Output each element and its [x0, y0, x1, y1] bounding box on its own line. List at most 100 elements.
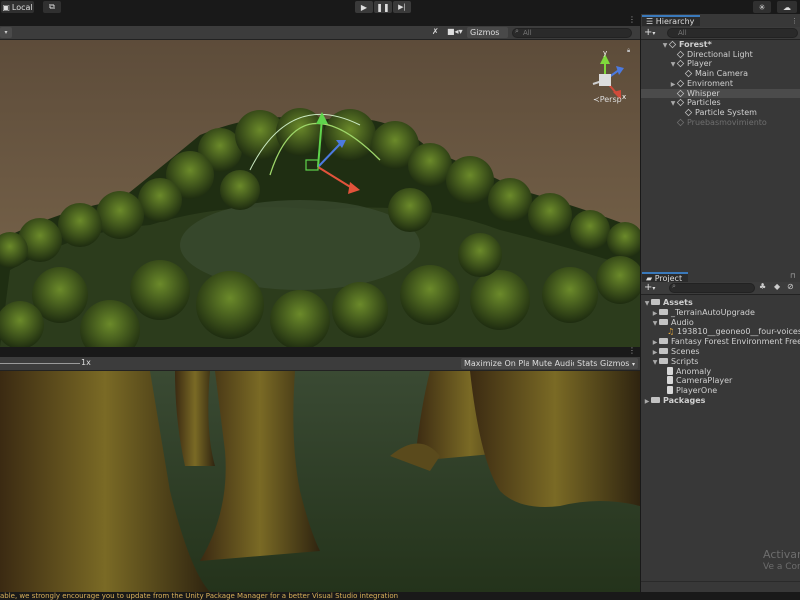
filter-label-icon[interactable]: ◆	[774, 282, 780, 291]
more-options-icon[interactable]: ⋮	[628, 15, 636, 24]
hierarchy-item-enviroment[interactable]: ▶ Enviroment	[641, 79, 800, 89]
collapse-arrow-icon[interactable]: ▶	[651, 348, 659, 357]
hierarchy-search-input[interactable]: All	[667, 28, 798, 38]
hierarchy-item-label: Particle System	[695, 107, 757, 117]
hierarchy-item-whisper[interactable]: Whisper	[641, 88, 800, 99]
pause-button[interactable]: ❚❚	[374, 1, 392, 13]
expand-arrow-icon[interactable]: ▼	[643, 299, 651, 308]
hierarchy-item-label: Main Camera	[695, 69, 749, 79]
filter-type-icon[interactable]: ♣	[759, 282, 766, 291]
project-item-label: Packages	[663, 396, 706, 405]
game-toolbar: 1x Maximize On Play Mute Audio Stats Giz…	[0, 357, 640, 371]
collapse-arrow-icon[interactable]: ▶	[651, 309, 659, 318]
project-item-packages[interactable]: ▶ Packages	[641, 396, 800, 406]
gameobject-icon	[676, 79, 685, 88]
hierarchy-item-pruebasmovimiento[interactable]: Pruebasmovimiento	[641, 118, 800, 128]
status-message: able, we strongly encourage you to updat…	[0, 592, 399, 600]
scene-toolbar: ▾ ✗ ■◂▾ Gizmos ▾ All ⌕	[0, 26, 640, 48]
game-viewport[interactable]	[0, 371, 640, 592]
project-item-label: Scenes	[671, 347, 700, 356]
game-gizmos-dropdown[interactable]: Gizmos ▾	[597, 358, 639, 369]
project-item-audio-clip[interactable]: ♫193810__geoneo0__four-voices-wh	[641, 327, 800, 337]
step-icon: ▶|	[398, 3, 406, 11]
settings-button[interactable]: ✳	[753, 1, 771, 13]
project-lock-icon[interactable]: ⊓	[790, 272, 795, 280]
local-label: Local	[11, 2, 33, 12]
hierarchy-toolbar: +▾ All	[641, 27, 800, 40]
chevron-down-icon: ▾	[652, 285, 656, 292]
gear-icon: ✳	[758, 2, 766, 12]
step-button[interactable]: ▶|	[393, 1, 411, 13]
hidden-packages-icon[interactable]: ⊘	[787, 282, 794, 291]
scene-search-input[interactable]: All	[512, 28, 632, 38]
persp-label: Persp	[599, 95, 622, 104]
project-item-anomaly[interactable]: Anomaly	[641, 366, 800, 377]
hierarchy-item-label: Enviroment	[687, 78, 734, 88]
local-dropdown[interactable]: ▣ Local	[1, 1, 34, 13]
mute-audio-button[interactable]: Mute Audio	[529, 358, 581, 369]
collapse-arrow-icon[interactable]: ▶	[643, 397, 651, 406]
hierarchy-item-label: Particles	[687, 98, 721, 108]
project-item-label: Audio	[671, 317, 694, 327]
game-view-panel: ⋮ 1x Maximize On Play Mute Audio Stats G…	[0, 346, 640, 592]
game-gizmos-label: Gizmos	[600, 359, 630, 368]
list-icon: ☰	[646, 17, 656, 26]
expand-arrow-icon[interactable]: ▼	[651, 319, 659, 328]
cloud-button[interactable]: ☁	[777, 1, 797, 13]
hierarchy-item-forest[interactable]: ▼ Forest*	[641, 40, 800, 50]
project-item-fantasy-forest[interactable]: ▶ Fantasy Forest Environment Free Samp	[641, 337, 800, 347]
persp-toggle[interactable]: ≺Persp	[593, 95, 622, 104]
search-icon: ⌕	[515, 27, 519, 35]
script-icon	[667, 376, 673, 385]
project-item-scripts[interactable]: ▼ Scripts	[641, 357, 800, 367]
watermark-line-1: Activar	[763, 548, 800, 561]
collab-button[interactable]: ⧉	[43, 1, 61, 13]
project-item-scenes[interactable]: ▶ Scenes	[641, 347, 800, 357]
folder-icon	[659, 308, 668, 315]
hierarchy-item-label: Directional Light	[687, 49, 753, 59]
project-search-input[interactable]	[669, 283, 755, 293]
project-item-terrain-auto-upgrade[interactable]: ▶ _TerrainAutoUpgrade	[641, 308, 800, 318]
hierarchy-item-directional-light[interactable]: Directional Light	[641, 50, 800, 60]
create-asset-button[interactable]: +▾	[644, 282, 655, 295]
project-item-audio[interactable]: ▼ Audio	[641, 318, 800, 328]
hierarchy-item-particle-system[interactable]: Particle System	[641, 108, 800, 118]
tab-hierarchy[interactable]: ☰ Hierarchy	[642, 15, 700, 26]
layers-icon: ⧉	[49, 2, 55, 11]
camera-icon[interactable]: ■◂▾	[447, 27, 463, 36]
search-icon: ⌕	[672, 282, 676, 290]
add-object-button[interactable]: +▾	[644, 27, 655, 40]
play-button[interactable]: ▶	[355, 1, 373, 13]
scene-gizmos-dropdown[interactable]: Gizmos ▾	[467, 27, 508, 48]
scene-viewport[interactable]: y x 🔒︎ ≺Persp	[0, 40, 640, 347]
maximize-on-play-button[interactable]: Maximize On Play	[461, 358, 539, 369]
game-more-options-icon[interactable]: ⋮	[628, 346, 636, 355]
gameobject-icon	[676, 89, 685, 97]
hierarchy-item-main-camera[interactable]: Main Camera	[641, 69, 800, 79]
scene-dropdown[interactable]: ▾	[0, 27, 12, 38]
hierarchy-tab-label: Hierarchy	[655, 17, 695, 26]
scale-slider[interactable]	[0, 363, 80, 364]
hierarchy-search-placeholder: All	[678, 29, 687, 37]
project-item-camera-player[interactable]: CameraPlayer	[641, 376, 800, 386]
lock-icon[interactable]: 🔒︎	[627, 47, 630, 55]
persp-icon: ≺	[593, 95, 600, 104]
hierarchy-item-player[interactable]: ▼ Player	[641, 59, 800, 69]
hierarchy-more-icon[interactable]: ⋮	[791, 17, 798, 25]
scene-icon	[668, 40, 677, 49]
expand-arrow-icon[interactable]: ▼	[651, 358, 659, 367]
status-bar[interactable]: able, we strongly encourage you to updat…	[0, 592, 800, 600]
stats-label: Stats	[577, 359, 598, 368]
collapse-arrow-icon[interactable]: ▶	[651, 338, 659, 347]
tools-icon[interactable]: ✗	[432, 27, 439, 36]
hierarchy-item-particles[interactable]: ▼ Particles	[641, 98, 800, 108]
project-item-assets[interactable]: ▼ Assets	[641, 298, 800, 308]
folder-icon	[651, 299, 660, 305]
chevron-down-icon: ▾	[652, 30, 656, 37]
axis-x-label: x	[622, 93, 627, 101]
folder-icon	[659, 348, 668, 354]
gameobject-icon	[676, 50, 685, 58]
project-footer-divider	[641, 581, 800, 582]
project-item-player-one[interactable]: PlayerOne	[641, 386, 800, 396]
maximize-label: Maximize On Play	[464, 359, 536, 368]
